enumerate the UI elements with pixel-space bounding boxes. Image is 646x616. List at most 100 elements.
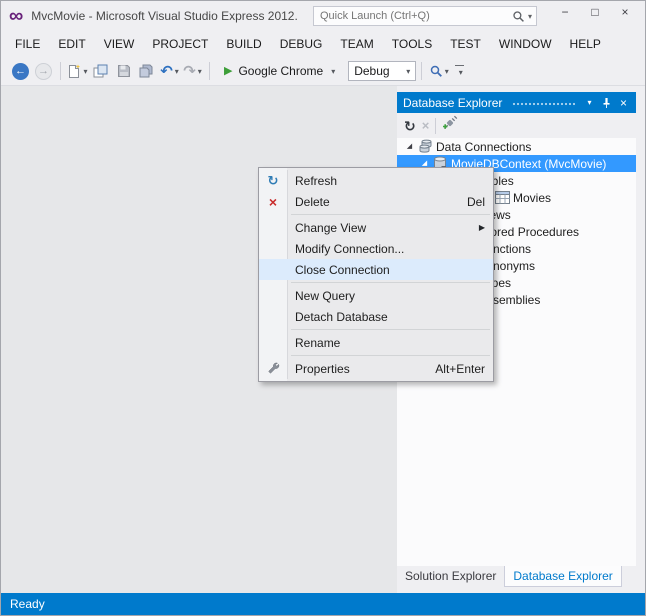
new-item-button[interactable]: ▾	[66, 59, 89, 83]
expander-icon[interactable]: ◢	[418, 160, 431, 167]
window-position-caret-icon[interactable]: ▾	[581, 94, 598, 111]
delete-icon[interactable]: ×	[422, 119, 430, 132]
tree-item-label: Movies	[513, 190, 552, 205]
run-target-caret-icon: ▾	[331, 66, 336, 76]
menubar-item-tools[interactable]: TOOLS	[383, 33, 441, 55]
context-menu-item-new-query[interactable]: New Query	[259, 285, 493, 306]
search-icon	[513, 10, 524, 22]
toolbar-separator	[435, 117, 437, 134]
maximize-button[interactable]: □	[580, 1, 610, 22]
menu-separator	[291, 282, 490, 283]
forward-arrow-icon: →	[35, 62, 52, 80]
menubar-item-view[interactable]: VIEW	[95, 33, 144, 55]
redo-caret-icon: ▾	[197, 66, 202, 76]
toolbar-separator	[209, 62, 210, 80]
start-debugging-button[interactable]: ▶ Google Chrome ▾	[217, 62, 342, 80]
navigate-backward-button[interactable]: ←	[9, 59, 32, 83]
redo-button[interactable]: ↷ ▾	[181, 59, 204, 83]
window-controls: − □ ×	[550, 1, 640, 22]
vs-window: ∞ MvcMovie - Microsoft Visual Studio Exp…	[0, 0, 646, 616]
menubar-item-file[interactable]: FILE	[6, 33, 49, 55]
menu-bar: FILE EDIT VIEW PROJECT BUILD DEBUG TEAM …	[1, 31, 645, 57]
run-target-label: Google Chrome	[238, 64, 324, 78]
status-text: Ready	[10, 597, 45, 611]
expander-icon[interactable]: ◢	[403, 143, 416, 150]
tab-database-explorer[interactable]: Database Explorer	[504, 566, 622, 587]
new-item-caret-icon: ▾	[83, 66, 88, 76]
undo-button[interactable]: ↶ ▾	[158, 59, 181, 83]
data-connections-icon	[416, 139, 434, 154]
redo-icon: ↷	[183, 62, 196, 80]
delete-x-icon: ×	[268, 193, 278, 210]
save-disk-icon	[117, 65, 130, 77]
context-menu-item-modify-connection[interactable]: Modify Connection...	[259, 238, 493, 259]
visual-studio-logo-icon: ∞	[9, 5, 24, 27]
save-button[interactable]	[112, 59, 135, 83]
menubar-item-debug[interactable]: DEBUG	[271, 33, 332, 55]
back-arrow-icon: ←	[12, 62, 29, 80]
connect-to-database-button[interactable]	[442, 115, 458, 136]
toolbar-separator	[60, 62, 61, 80]
configuration-value: Debug	[354, 64, 390, 78]
tree-item-label: Data Connections	[436, 139, 532, 154]
database-explorer-title-bar[interactable]: Database Explorer ▾ ×	[397, 92, 636, 113]
pin-icon[interactable]	[598, 94, 615, 111]
panel-close-icon[interactable]: ×	[615, 94, 632, 111]
undo-caret-icon: ▾	[174, 66, 179, 76]
tree-item-data-connections[interactable]: ◢ Data Connections	[397, 138, 636, 155]
find-in-files-button[interactable]: ▾	[427, 59, 450, 83]
find-icon	[430, 65, 442, 77]
toolbar-separator	[421, 62, 423, 80]
close-button[interactable]: ×	[610, 1, 640, 22]
minimize-button[interactable]: −	[550, 1, 580, 22]
menu-separator	[291, 214, 490, 215]
menubar-item-help[interactable]: HELP	[561, 33, 610, 55]
window-title: MvcMovie - Microsoft Visual Studio Expre…	[31, 9, 298, 23]
standard-toolbar: ← → ▾ ↶ ▾ ↷ ▾ ▶ Google Chrome ▾ Debug ▾ …	[1, 57, 645, 86]
refresh-icon: ↻	[267, 173, 279, 188]
shortcut-label: Del	[466, 194, 485, 209]
quick-launch-box[interactable]: ▾	[313, 6, 537, 26]
add-item-icon	[93, 64, 108, 78]
wrench-icon	[259, 361, 287, 377]
refresh-icon[interactable]: ↻	[404, 119, 416, 133]
add-item-button[interactable]	[89, 59, 112, 83]
context-menu-item-change-view[interactable]: Change View ▶	[259, 217, 493, 238]
context-menu-item-close-connection[interactable]: Close Connection	[259, 259, 493, 280]
menubar-item-test[interactable]: TEST	[441, 33, 490, 55]
menu-separator	[291, 329, 490, 330]
database-explorer-toolbar: ↻ ×	[397, 113, 636, 138]
context-menu-item-detach-database[interactable]: Detach Database	[259, 306, 493, 327]
undo-icon: ↶	[160, 62, 173, 80]
menubar-item-team[interactable]: TEAM	[331, 33, 382, 55]
tab-solution-explorer[interactable]: Solution Explorer	[397, 566, 504, 587]
context-menu-item-rename[interactable]: Rename	[259, 332, 493, 353]
context-menu-item-refresh[interactable]: ↻ Refresh	[259, 170, 493, 191]
play-icon: ▶	[224, 64, 233, 77]
find-caret-icon: ▾	[444, 66, 449, 76]
save-all-button[interactable]	[135, 59, 158, 83]
menubar-item-build[interactable]: BUILD	[217, 33, 270, 55]
toolbar-options-caret-icon: ▾	[458, 68, 463, 77]
panel-drag-grip[interactable]	[512, 101, 575, 107]
toolbar-options-button[interactable]: ▾	[455, 65, 465, 77]
shortcut-label: Alt+Enter	[435, 361, 485, 376]
menubar-item-edit[interactable]: EDIT	[49, 33, 94, 55]
combobox-caret-icon[interactable]: ▾	[401, 67, 415, 76]
save-all-icon	[139, 64, 153, 78]
context-menu: ↻ Refresh × Delete Del Change View ▶ Mod…	[258, 167, 494, 382]
navigate-forward-button[interactable]: →	[32, 59, 55, 83]
add-connection-icon	[443, 115, 458, 129]
solution-configurations-combobox[interactable]: Debug ▾	[348, 61, 417, 81]
quick-launch-caret-icon[interactable]: ▾	[528, 12, 532, 21]
toolbar-options-bar	[455, 65, 465, 66]
context-menu-item-properties[interactable]: Properties Alt+Enter	[259, 358, 493, 379]
menubar-item-project[interactable]: PROJECT	[143, 33, 217, 55]
menubar-item-window[interactable]: WINDOW	[490, 33, 561, 55]
menu-separator	[291, 355, 490, 356]
panel-title: Database Explorer	[403, 95, 503, 110]
context-menu-item-delete[interactable]: × Delete Del	[259, 191, 493, 212]
submenu-arrow-icon: ▶	[478, 223, 485, 232]
status-bar: Ready	[1, 593, 645, 615]
quick-launch-input[interactable]	[320, 10, 512, 22]
